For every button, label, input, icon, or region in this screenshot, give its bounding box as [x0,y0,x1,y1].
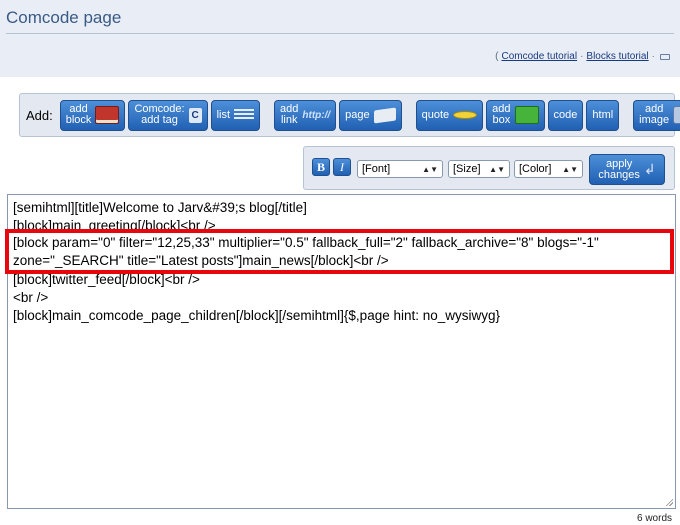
code-button[interactable]: code [547,99,584,131]
highlighted-line: zone="_SEARCH" title="Latest posts"]main… [13,253,389,268]
blocks-tutorial-link[interactable]: Blocks tutorial [586,51,648,62]
quote-icon [453,111,478,119]
font-select-value: [Font] [362,163,391,175]
add-tag-label: Comcode: add tag [134,103,185,126]
highlighted-block-code: [block param="0" filter="12,25,33" multi… [5,229,674,274]
word-count: 6 words [636,513,672,524]
comcode-tutorial-link[interactable]: Comcode tutorial [501,51,577,62]
editor-line: [block]main_comcode_page_children[/block… [13,308,501,323]
select-arrow-icon: ▲▼ [489,164,505,174]
size-select[interactable]: [Size] ▲▼ [448,160,510,178]
select-arrow-icon: ▲▼ [562,164,578,174]
quote-label: quote [421,108,450,121]
comcode-icon: C [188,107,202,123]
page-label: page [345,108,370,121]
separator-dot: · [651,51,655,62]
help-links: ( Comcode tutorial · Blocks tutorial · [495,51,670,62]
add-tag-button[interactable]: Comcode: add tag C [128,99,208,131]
add-image-label: add image [639,103,670,126]
image-icon [673,106,680,124]
add-box-label: add box [492,103,511,126]
editor-line: <br /> [13,290,49,305]
open-paren: ( [495,51,499,62]
html-button[interactable]: html [586,99,620,131]
add-link-button[interactable]: add link http:// [274,99,337,131]
return-arrow-icon: ↲ [643,161,656,177]
box-icon [514,106,539,124]
color-select-value: [Color] [519,163,552,175]
quote-button[interactable]: quote [415,99,484,131]
apply-changes-button[interactable]: apply changes ↲ [589,154,665,185]
add-link-label: add link [280,103,299,126]
list-button[interactable]: list [210,99,261,131]
page-title: Comcode page [6,8,122,27]
add-box-button[interactable]: add box [486,99,545,131]
keyboard-icon[interactable] [660,53,670,60]
add-block-label: add block [65,103,92,126]
highlighted-line: [block param="0" filter="12,25,33" multi… [13,235,599,250]
html-label: html [592,108,614,121]
italic-button[interactable]: I [333,158,351,176]
comcode-toolbar: Add: add block Comcode: add tag C list a… [19,93,680,137]
select-arrow-icon: ▲▼ [422,164,438,174]
color-select[interactable]: [Color] ▲▼ [514,160,583,178]
list-icon [234,109,255,121]
code-label: code [553,108,578,121]
book-icon [95,106,120,124]
apply-changes-label: apply changes [598,157,640,181]
list-label: list [216,108,231,121]
font-select[interactable]: [Font] ▲▼ [357,160,443,178]
add-label: Add: [26,107,53,123]
pages-icon [373,106,396,124]
bold-button[interactable]: B [312,158,330,176]
page-button[interactable]: page [339,99,402,131]
editor-line: [semihtml][title]Welcome to Jarv&#39;s b… [13,200,307,215]
resize-grip-icon[interactable] [665,498,673,506]
add-image-button[interactable]: add image [633,99,680,131]
add-block-button[interactable]: add block [59,99,126,131]
separator-dot: · [580,51,584,62]
size-select-value: [Size] [453,163,481,175]
title-divider [6,33,674,34]
http-icon: http:// [302,109,331,121]
